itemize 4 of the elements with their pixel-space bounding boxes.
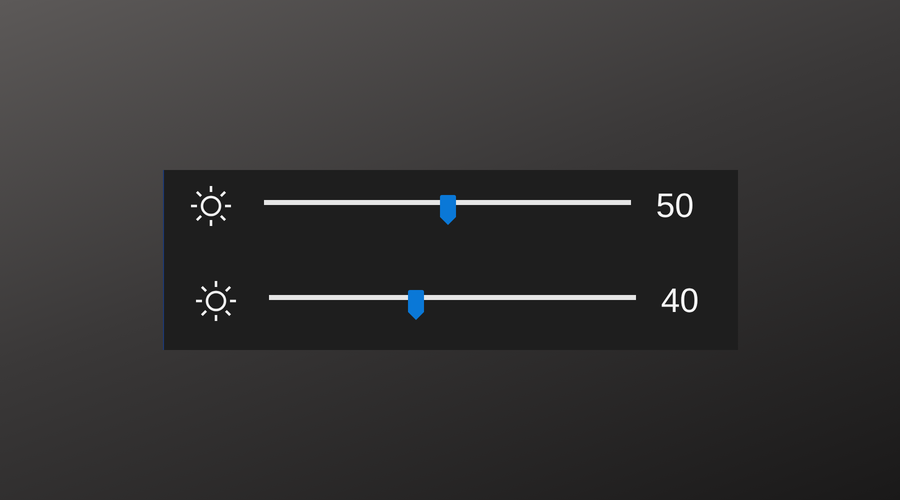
slider-thumb[interactable] bbox=[438, 195, 456, 227]
slider-value: 40 bbox=[661, 284, 699, 318]
slider-thumb[interactable] bbox=[406, 290, 425, 322]
slider-value: 50 bbox=[656, 189, 694, 223]
